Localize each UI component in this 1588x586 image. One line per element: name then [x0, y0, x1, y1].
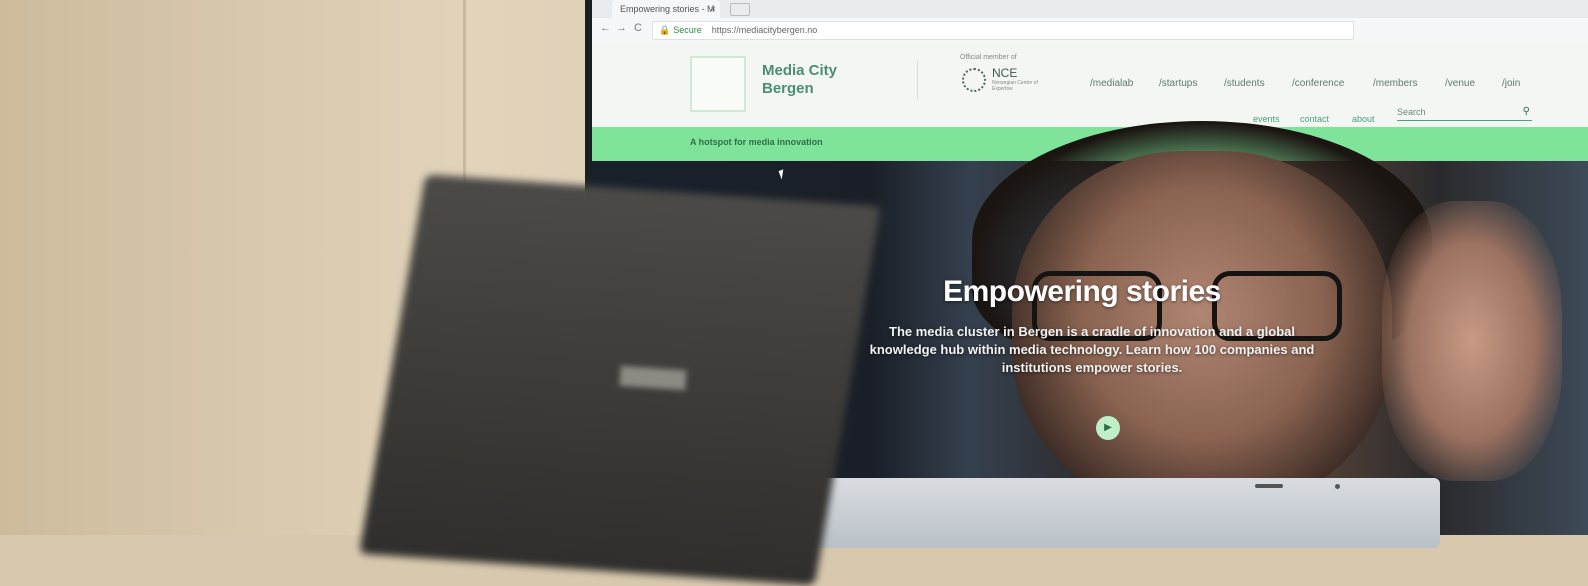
nce-logo-icon [962, 68, 986, 92]
search-icon[interactable]: ⚲ [1523, 104, 1530, 120]
browser-tab[interactable]: Empowering stories - M × [612, 0, 720, 18]
site-header: Media City Bergen Official member of NCE… [592, 42, 1588, 127]
play-icon: ▶ [1104, 422, 1112, 433]
nav-medialab[interactable]: /medialab [1090, 78, 1133, 89]
hero-photo-hand [1382, 201, 1562, 481]
browser-address-bar: ← → C 🔒 Secure https://mediacitybergen.no [592, 18, 1588, 43]
nav-students[interactable]: /students [1224, 78, 1265, 89]
secure-label: Secure [673, 25, 702, 35]
back-icon[interactable]: ← [600, 22, 611, 34]
new-tab-button[interactable] [730, 3, 750, 16]
hero-title: Empowering stories [943, 275, 1221, 308]
play-button[interactable]: ▶ [1096, 416, 1120, 440]
search-input[interactable]: Search ⚲ [1397, 104, 1532, 121]
header-divider [917, 60, 918, 100]
browser-tab-bar: Empowering stories - M × [592, 0, 1588, 18]
nav-about[interactable]: about [1352, 114, 1375, 124]
nav-contact[interactable]: contact [1300, 114, 1329, 124]
url-text: https://mediacitybergen.no [711, 25, 818, 35]
tablet-button [1255, 484, 1283, 488]
reload-icon[interactable]: C [634, 22, 642, 34]
nav-startups[interactable]: /startups [1159, 78, 1197, 89]
foreground-tablet [800, 478, 1440, 548]
lock-icon: 🔒 [659, 25, 671, 35]
nav-events[interactable]: events [1253, 114, 1280, 124]
tagline: A hotspot for media innovation [690, 137, 823, 147]
tablet-camera [1335, 484, 1340, 489]
nav-join[interactable]: /join [1502, 78, 1520, 89]
nav-members[interactable]: /members [1373, 78, 1417, 89]
hero-body: The media cluster in Bergen is a cradle … [869, 324, 1315, 375]
nce-subtitle: Norwegian Centre of Expertise [992, 80, 1038, 92]
nav-venue[interactable]: /venue [1445, 78, 1475, 89]
logo-line2: Bergen [762, 80, 814, 97]
url-input[interactable]: 🔒 Secure https://mediacitybergen.no [652, 21, 1354, 40]
nce-caption: Official member of [960, 54, 1017, 61]
forward-icon[interactable]: → [616, 22, 627, 34]
nce-title: NCE [992, 66, 1018, 80]
search-placeholder: Search [1397, 107, 1426, 117]
site-logo-text[interactable]: Media City Bergen [762, 62, 837, 98]
tab-title: Empowering stories - M [620, 4, 715, 14]
close-icon[interactable]: × [711, 0, 716, 18]
site-logo-icon[interactable] [690, 56, 746, 112]
logo-line1: Media City [762, 62, 838, 79]
nav-conference[interactable]: /conference [1292, 78, 1344, 89]
